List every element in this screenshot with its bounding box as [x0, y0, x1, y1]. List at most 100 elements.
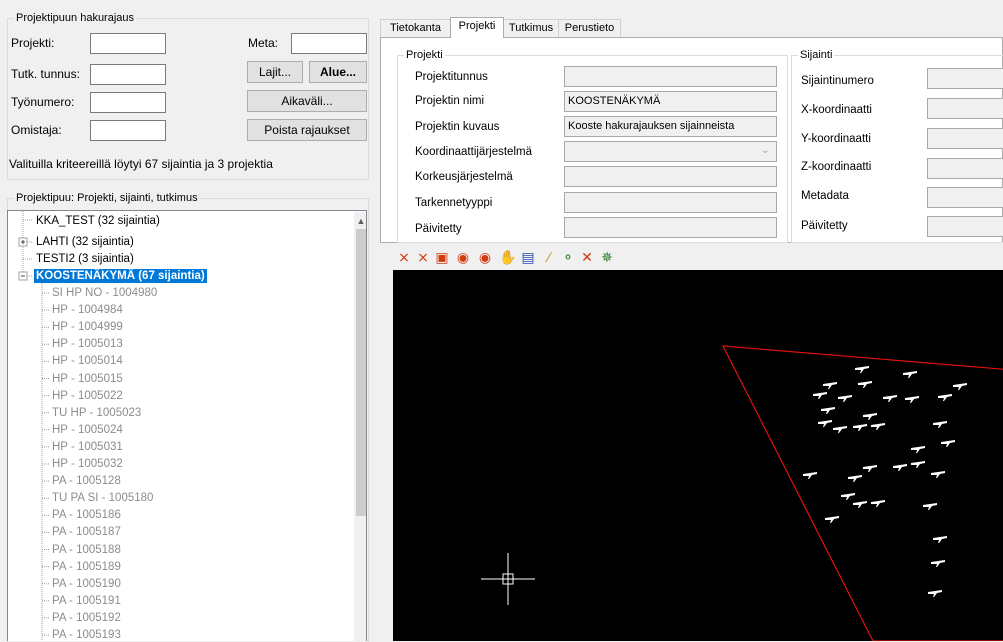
y-koordinaatti-field[interactable]	[927, 128, 1003, 149]
cross-line-icon[interactable]: ✕	[579, 249, 595, 265]
tutk-tunnus-label: Tutk. tunnus:	[11, 67, 80, 81]
zoom-extents-icon[interactable]: ⨯	[396, 249, 412, 265]
location-marker-icon	[823, 382, 837, 389]
projektin-nimi-label: Projektin nimi	[415, 95, 485, 107]
tree-item-location[interactable]: PA - 1005192	[52, 611, 121, 625]
location-marker-icon	[893, 464, 907, 471]
metadata-field[interactable]	[927, 187, 1003, 208]
aikavali-button[interactable]: Aikaväli...	[247, 90, 367, 112]
poista-rajaukset-button[interactable]: Poista rajaukset	[247, 119, 367, 141]
location-marker-icon	[933, 421, 947, 428]
tree-item-location[interactable]: HP - 1005031	[52, 440, 123, 454]
location-marker-icon	[871, 500, 885, 507]
tyonumero-input[interactable]	[90, 92, 166, 113]
tree-item-kka-test[interactable]: KKA_TEST (32 sijaintia)	[36, 214, 160, 228]
sijainti-paivitetty-label: Päivitetty	[801, 220, 848, 232]
z-koordinaatti-field[interactable]	[927, 158, 1003, 179]
tutk-tunnus-input[interactable]	[90, 64, 166, 85]
tree-item-location[interactable]: HP - 1005022	[52, 389, 123, 403]
sijaintinumero-field[interactable]	[927, 68, 1003, 89]
snap-icon[interactable]: ✵	[599, 249, 615, 265]
projektitunnus-field[interactable]	[564, 66, 777, 87]
location-marker-icon	[803, 472, 817, 479]
tree-item-location[interactable]: PA - 1005187	[52, 525, 121, 539]
projektin-kuvaus-field[interactable]: Kooste hakurajauksen sijainneista	[564, 116, 777, 137]
location-marker-icon	[833, 426, 847, 433]
tab-perustieto[interactable]: Perustieto	[558, 19, 621, 37]
location-marker-icon	[931, 471, 945, 478]
scroll-up-icon[interactable]: ▲	[356, 216, 366, 226]
tree-item-location[interactable]: TU PA SI - 1005180	[52, 491, 153, 505]
projekti-paivitetty-field[interactable]	[564, 217, 777, 238]
projekti-paivitetty-label: Päivitetty	[415, 223, 462, 235]
tarkennetyyppi-field[interactable]	[564, 192, 777, 213]
koordinaattijarjestelma-select[interactable]	[564, 141, 777, 162]
brush-icon[interactable]: ∕	[541, 249, 557, 265]
tree-groupbox-title: Projektipuu: Projekti, sijainti, tutkimu…	[14, 191, 200, 205]
projektin-nimi-field[interactable]: KOOSTENÄKYMÄ	[564, 91, 777, 112]
tree-item-location[interactable]: HP - 1005015	[52, 372, 123, 386]
map-canvas[interactable]	[393, 270, 1003, 641]
location-marker-icon	[855, 366, 869, 373]
alue-button[interactable]: Alue...	[309, 61, 367, 83]
zoom-previous-icon[interactable]: ▣	[434, 249, 450, 265]
tree-item-location[interactable]: PA - 1005188	[52, 543, 121, 557]
tree-item-location[interactable]: PA - 1005193	[52, 628, 121, 641]
search-groupbox-title: Projektipuun hakurajaus	[14, 11, 137, 25]
location-marker-icon	[863, 413, 877, 420]
tree-item-location[interactable]: PA - 1005189	[52, 560, 121, 574]
location-marker-icon	[923, 503, 937, 510]
lajit-button[interactable]: Lajit...	[247, 61, 303, 83]
select-point-icon[interactable]: ⚬	[560, 249, 576, 265]
x-koordinaatti-field[interactable]	[927, 98, 1003, 119]
tab-tietokanta[interactable]: Tietokanta	[380, 19, 451, 37]
tree-item-location[interactable]: PA - 1005191	[52, 594, 121, 608]
tree-item-location[interactable]: PA - 1005190	[52, 577, 121, 591]
omistaja-input[interactable]	[90, 120, 166, 141]
tab-tutkimus[interactable]: Tutkimus	[503, 19, 559, 37]
location-marker-icon	[821, 407, 835, 414]
projekti-input[interactable]	[90, 33, 166, 54]
location-marker-icon	[853, 424, 867, 431]
location-marker-icon	[905, 396, 919, 403]
korkeusjarjestelma-label: Korkeusjärjestelmä	[415, 171, 513, 183]
projektitunnus-label: Projektitunnus	[415, 71, 488, 83]
zoom-in-icon[interactable]: ◉	[455, 249, 471, 265]
tree-item-location[interactable]: SI HP NO - 1004980	[52, 286, 157, 300]
tree-item-lahti[interactable]: LAHTI (32 sijaintia)	[36, 235, 134, 249]
location-marker-icon	[871, 423, 885, 430]
tree-item-location[interactable]: HP - 1004984	[52, 303, 123, 317]
project-tree[interactable]: KKA_TEST (32 sijaintia) LAHTI (32 sijain…	[7, 210, 367, 641]
meta-input[interactable]	[291, 33, 367, 54]
tree-item-location[interactable]: HP - 1004999	[52, 320, 123, 334]
tree-item-location[interactable]: PA - 1005186	[52, 508, 121, 522]
measure-icon[interactable]: ▤	[520, 249, 536, 265]
boundary-polygon	[721, 345, 1003, 641]
location-marker-icon	[941, 440, 955, 447]
zoom-window-icon[interactable]: ⨯	[415, 249, 431, 265]
tree-item-location[interactable]: HP - 1005024	[52, 423, 123, 437]
x-koordinaatti-label: X-koordinaatti	[801, 104, 872, 116]
pan-hand-icon[interactable]: ✋	[499, 249, 516, 265]
sijainti-paivitetty-field[interactable]	[927, 216, 1003, 237]
tree-item-koostenakyma[interactable]: KOOSTENÄKYMÄ (67 sijaintia)	[34, 269, 207, 283]
location-marker-icon	[838, 395, 852, 402]
tree-scrollbar[interactable]: ▲	[354, 212, 366, 641]
location-marker-icon	[928, 590, 942, 597]
metadata-label: Metadata	[801, 190, 849, 202]
zoom-out-icon[interactable]: ◉	[477, 249, 493, 265]
tree-item-location[interactable]: HP - 1005014	[52, 354, 123, 368]
tree-item-location[interactable]: TU HP - 1005023	[52, 406, 141, 420]
tree-scroll-thumb[interactable]	[356, 229, 366, 516]
location-marker-icon	[903, 371, 917, 378]
tree-item-location[interactable]: PA - 1005128	[52, 474, 121, 488]
location-marker-icon	[863, 465, 877, 472]
chevron-down-icon[interactable]: ⌄	[761, 143, 769, 159]
korkeusjarjestelma-field[interactable]	[564, 166, 777, 187]
tree-item-location[interactable]: HP - 1005032	[52, 457, 123, 471]
tab-projekti[interactable]: Projekti	[450, 17, 504, 38]
location-marker-icon	[841, 493, 855, 500]
tree-item-location[interactable]: HP - 1005013	[52, 337, 123, 351]
location-marker-icon	[933, 536, 947, 543]
tree-item-testi2[interactable]: TESTI2 (3 sijaintia)	[36, 252, 134, 266]
